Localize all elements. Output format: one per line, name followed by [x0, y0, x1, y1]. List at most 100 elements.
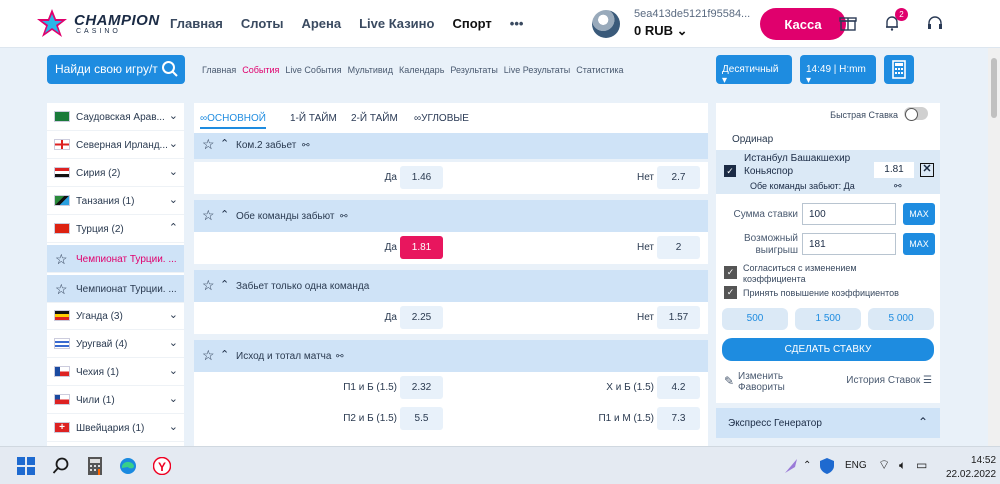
max-stake-button[interactable]: MAX	[903, 203, 935, 225]
sidebar-item-chile[interactable]: Чили (1) ⌄	[47, 386, 184, 414]
quick-amount-button[interactable]: 500	[722, 308, 788, 330]
odd-button[interactable]: 1.46	[400, 166, 443, 189]
bet-history-button[interactable]: История Ставок ☰	[846, 375, 932, 386]
subnav-events[interactable]: События	[242, 65, 279, 75]
star-icon[interactable]: ☆	[202, 277, 215, 294]
nav-live-casino[interactable]: Live Казино	[359, 16, 434, 31]
sidebar-item-tanzania[interactable]: Танзания (1) ⌄	[47, 187, 184, 215]
subnav-statistics[interactable]: Статистика	[576, 65, 623, 75]
match-team1: Истанбул Башакшехир	[744, 153, 851, 164]
tab-main[interactable]: ∞ОСНОВНОЙ	[200, 113, 266, 129]
accept-increase-option[interactable]: Принять повышение коэффициентов	[743, 288, 899, 298]
windows-start-icon[interactable]	[17, 457, 35, 475]
nav-main[interactable]: Главная	[170, 16, 223, 31]
subnav-multiview[interactable]: Мультивид	[348, 65, 393, 75]
calculator-app-icon[interactable]	[86, 457, 104, 475]
language-indicator[interactable]: ENG	[845, 460, 867, 471]
odd-button[interactable]: 5.5	[400, 407, 443, 430]
sidebar-item-turkey[interactable]: Турция (2) ⌃	[47, 215, 184, 243]
show-hidden-icons[interactable]: ⌃	[803, 460, 811, 471]
sidebar-league-turkey-2[interactable]: ☆ Чемпионат Турции. ...	[47, 275, 184, 303]
star-icon[interactable]: ☆	[202, 347, 215, 364]
tab-corners[interactable]: ∞УГЛОВЫЕ	[414, 113, 469, 124]
gift-icon[interactable]	[838, 14, 858, 34]
system-clock[interactable]: 14:52 22.02.2022	[946, 454, 996, 482]
outcome-label: П1 и Б (1.5)	[343, 382, 397, 393]
odd-button[interactable]: 2.7	[657, 166, 700, 189]
checkbox-checked-icon[interactable]: ✓	[724, 266, 737, 279]
game-search-button[interactable]: Найди свою игру/т	[47, 55, 185, 84]
odds-format-value: Десятичный	[722, 64, 779, 75]
market-header[interactable]: ☆ ⌃ Забьет только одна команда	[194, 270, 708, 302]
market-header[interactable]: ☆ ⌃ Исход и тотал матча ⚯	[194, 340, 708, 372]
battery-icon[interactable]: ▭	[916, 458, 927, 472]
market-header[interactable]: ☆ ⌃ Ком.2 забьет ⚯	[194, 133, 708, 159]
tab-first-half[interactable]: 1-Й ТАЙМ	[290, 113, 337, 124]
star-icon[interactable]: ☆	[55, 251, 68, 268]
sidebar-item-syria[interactable]: Сирия (2) ⌄	[47, 159, 184, 187]
odd-button[interactable]: 2	[657, 236, 700, 259]
nav-more[interactable]: •••	[510, 16, 524, 31]
calculator-icon	[892, 60, 906, 79]
quick-amount-button[interactable]: 1 500	[795, 308, 861, 330]
stake-input[interactable]: 100	[802, 203, 896, 225]
sidebar-league-turkey-1[interactable]: ☆ Чемпионат Турции. ...	[47, 245, 184, 273]
quick-bet-toggle[interactable]	[904, 107, 928, 121]
yandex-browser-icon[interactable]: Y	[153, 457, 171, 475]
close-icon[interactable]: ✕	[920, 163, 934, 177]
odd-button[interactable]: 2.25	[400, 306, 443, 329]
time-format-select[interactable]: 14:49 | Н:mm ▾	[800, 55, 876, 86]
support-headset-icon[interactable]	[925, 14, 945, 34]
sidebar-item-switzerland[interactable]: + Швейцария (1) ⌄	[47, 414, 184, 442]
subnav-live-results[interactable]: Live Результаты	[504, 65, 570, 75]
stats-icon[interactable]: ⚯	[302, 140, 310, 151]
odd-button[interactable]: 7.3	[657, 407, 700, 430]
nav-slots[interactable]: Слоты	[241, 16, 284, 31]
stats-icon[interactable]: ⚯	[340, 211, 348, 222]
tab-second-half[interactable]: 2-Й ТАЙМ	[351, 113, 398, 124]
search-icon[interactable]	[52, 457, 70, 475]
checkbox-checked-icon[interactable]: ✓	[724, 286, 737, 299]
tab-single-bet[interactable]: Ординар	[716, 128, 788, 150]
edge-browser-icon[interactable]	[119, 457, 137, 475]
subnav-live-events[interactable]: Live События	[285, 65, 341, 75]
odds-format-select[interactable]: Десятичный ▾	[716, 55, 792, 86]
sidebar-item-uruguay[interactable]: Уругвай (4) ⌄	[47, 330, 184, 358]
market-header[interactable]: ☆ ⌃ Обе команды забьют ⚯	[194, 200, 708, 232]
page-scrollbar[interactable]	[988, 48, 1000, 446]
star-icon[interactable]: ☆	[202, 136, 215, 153]
stats-icon[interactable]: ⚯	[336, 351, 344, 362]
speaker-icon[interactable]: 🔈︎	[899, 458, 906, 473]
star-icon[interactable]: ☆	[202, 207, 215, 224]
calculator-button[interactable]	[884, 55, 914, 84]
accept-change-option[interactable]: Согласиться с изменением коэффициента	[743, 263, 857, 285]
account-id[interactable]: 5ea413de5121f95584...	[634, 8, 750, 20]
odd-button[interactable]: 1.57	[657, 306, 700, 329]
subnav-calendar[interactable]: Календарь	[399, 65, 444, 75]
kassa-button[interactable]: Касса	[760, 8, 846, 40]
logo[interactable]: CHAMPION CASINO	[36, 8, 159, 40]
avatar[interactable]	[592, 10, 620, 38]
odd-button-selected[interactable]: 1.81	[400, 236, 443, 259]
balance[interactable]: 0 RUB ⌄	[634, 23, 688, 39]
subnav-results[interactable]: Результаты	[450, 65, 497, 75]
sidebar-item-czechia[interactable]: Чехия (1) ⌄	[47, 358, 184, 386]
quick-amount-button[interactable]: 5 000	[868, 308, 934, 330]
scrollbar-thumb[interactable]	[991, 58, 997, 118]
defender-shield-icon[interactable]	[818, 457, 836, 475]
sidebar-item-northern-ireland[interactable]: Северная Ирланд... ⌄	[47, 131, 184, 159]
odd-button[interactable]: 2.32	[400, 376, 443, 399]
star-icon[interactable]: ☆	[55, 281, 68, 298]
wifi-icon[interactable]: ⌔	[878, 457, 890, 473]
feather-tray-icon[interactable]	[783, 457, 801, 475]
nav-sport[interactable]: Спорт	[452, 16, 491, 31]
sidebar-item-saudi-arabia[interactable]: Саудовская Арав... ⌄	[47, 103, 184, 131]
place-bet-button[interactable]: СДЕЛАТЬ СТАВКУ	[722, 338, 934, 361]
subnav-main[interactable]: Главная	[202, 65, 236, 75]
express-generator[interactable]: Экспресс Генератор ⌃	[716, 408, 940, 438]
odd-button[interactable]: 4.2	[657, 376, 700, 399]
nav-arena[interactable]: Арена	[301, 16, 341, 31]
checkbox-checked-icon[interactable]: ✓	[724, 165, 736, 177]
sidebar-item-uganda[interactable]: Уганда (3) ⌄	[47, 302, 184, 330]
max-win-button[interactable]: MAX	[903, 233, 935, 255]
